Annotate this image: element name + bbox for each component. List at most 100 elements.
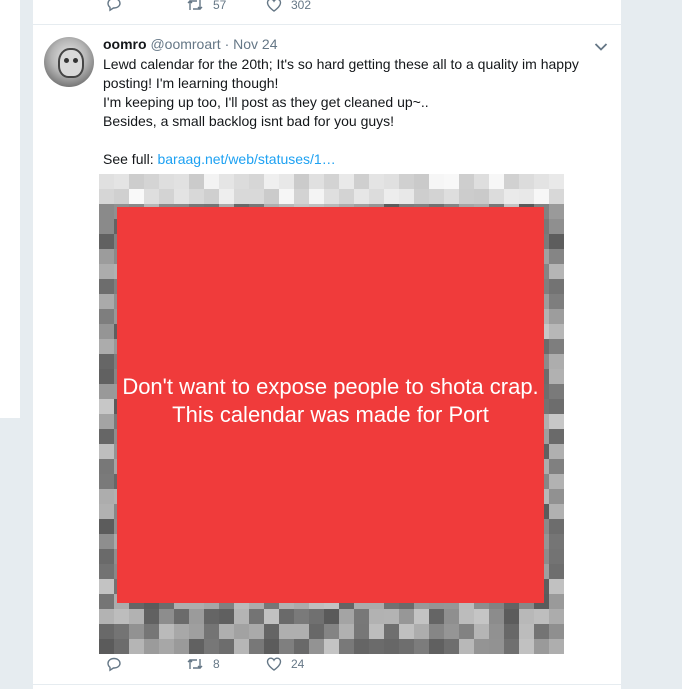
mosaic-pixel: [159, 174, 174, 189]
reply-button[interactable]: [106, 656, 122, 672]
mosaic-pixel: [99, 294, 114, 309]
mosaic-pixel: [204, 609, 219, 624]
mosaic-pixel: [264, 609, 279, 624]
mosaic-pixel: [444, 609, 459, 624]
mosaic-pixel: [99, 399, 114, 414]
mosaic-pixel: [129, 189, 144, 204]
mosaic-pixel: [339, 174, 354, 189]
mosaic-pixel: [294, 624, 309, 639]
avatar-face-graphic: [58, 48, 84, 78]
mosaic-pixel: [444, 624, 459, 639]
tweet-menu-button[interactable]: [594, 39, 608, 57]
mosaic-pixel: [384, 639, 399, 654]
mosaic-pixel: [114, 189, 129, 204]
mosaic-pixel: [99, 474, 114, 489]
status-link[interactable]: baraag.net/web/statuses/1…: [157, 151, 335, 167]
tweet-line: I'm keeping up too, I'll post as they ge…: [103, 94, 429, 110]
mosaic-pixel: [234, 189, 249, 204]
reply-button[interactable]: [106, 0, 122, 12]
mosaic-pixel: [249, 174, 264, 189]
mosaic-pixel: [159, 189, 174, 204]
mosaic-pixel: [129, 174, 144, 189]
mosaic-pixel: [309, 639, 324, 654]
mosaic-pixel: [324, 189, 339, 204]
mosaic-pixel: [489, 609, 504, 624]
mosaic-pixel: [504, 609, 519, 624]
mosaic-pixel: [474, 189, 489, 204]
retweet-button[interactable]: 8: [186, 657, 220, 671]
mosaic-pixel: [369, 174, 384, 189]
mosaic-pixel: [174, 639, 189, 654]
mosaic-pixel: [264, 174, 279, 189]
mosaic-pixel: [549, 444, 564, 459]
mosaic-pixel: [219, 189, 234, 204]
mosaic-pixel: [279, 189, 294, 204]
mosaic-pixel: [234, 174, 249, 189]
mosaic-pixel: [549, 384, 564, 399]
mosaic-pixel: [264, 189, 279, 204]
see-full-line: See full: baraag.net/web/statuses/1…: [103, 150, 593, 169]
handle[interactable]: @oomroart: [150, 36, 220, 52]
mosaic-pixel: [99, 534, 114, 549]
mosaic-pixel: [219, 609, 234, 624]
mosaic-pixel: [294, 609, 309, 624]
timestamp[interactable]: Nov 24: [233, 36, 277, 52]
mosaic-pixel: [219, 639, 234, 654]
mosaic-pixel: [399, 639, 414, 654]
chevron-down-icon: [594, 39, 608, 56]
mosaic-pixel: [549, 294, 564, 309]
avatar[interactable]: [44, 37, 94, 87]
mosaic-pixel: [204, 624, 219, 639]
like-button[interactable]: 302: [266, 0, 311, 12]
mosaic-pixel: [549, 264, 564, 279]
retweet-icon: [186, 0, 204, 12]
mosaic-pixel: [129, 624, 144, 639]
mosaic-pixel: [534, 609, 549, 624]
tweet-media[interactable]: Don't want to expose people to shota cra…: [99, 174, 564, 654]
mosaic-pixel: [189, 639, 204, 654]
left-sidebar-panel: [0, 0, 20, 418]
mosaic-pixel: [399, 609, 414, 624]
overlay-text: Don't want to expose people to shota cra…: [122, 374, 539, 427]
mosaic-pixel: [294, 189, 309, 204]
mosaic-pixel: [99, 339, 114, 354]
reply-icon: [106, 0, 122, 12]
tweet-text: Lewd calendar for the 20th; It's so hard…: [103, 55, 593, 169]
mosaic-pixel: [99, 639, 114, 654]
mosaic-pixel: [204, 174, 219, 189]
mosaic-pixel: [414, 174, 429, 189]
mosaic-pixel: [444, 174, 459, 189]
mosaic-pixel: [99, 219, 114, 234]
mosaic-pixel: [369, 609, 384, 624]
mosaic-pixel: [369, 189, 384, 204]
display-name[interactable]: oomro: [103, 36, 147, 52]
mosaic-pixel: [189, 174, 204, 189]
mosaic-pixel: [549, 549, 564, 564]
mosaic-pixel: [294, 639, 309, 654]
tweet-line: Lewd calendar for the 20th; It's so hard…: [103, 56, 579, 91]
mosaic-pixel: [549, 504, 564, 519]
mosaic-pixel: [534, 174, 549, 189]
mosaic-pixel: [384, 174, 399, 189]
reply-icon: [106, 656, 122, 672]
mosaic-pixel: [99, 594, 114, 609]
mosaic-pixel: [99, 459, 114, 474]
mosaic-pixel: [99, 249, 114, 264]
retweet-button[interactable]: 57: [186, 0, 226, 12]
mosaic-pixel: [354, 174, 369, 189]
mosaic-pixel: [249, 624, 264, 639]
mosaic-pixel: [429, 174, 444, 189]
mosaic-pixel: [459, 639, 474, 654]
mosaic-pixel: [339, 609, 354, 624]
mosaic-pixel: [474, 639, 489, 654]
mosaic-pixel: [189, 624, 204, 639]
mosaic-pixel: [534, 624, 549, 639]
mosaic-pixel: [549, 594, 564, 609]
mosaic-pixel: [504, 624, 519, 639]
mosaic-pixel: [99, 519, 114, 534]
mosaic-pixel: [519, 624, 534, 639]
see-full-label: See full:: [103, 151, 154, 167]
mosaic-pixel: [474, 174, 489, 189]
like-button[interactable]: 24: [266, 657, 304, 671]
mosaic-pixel: [399, 624, 414, 639]
